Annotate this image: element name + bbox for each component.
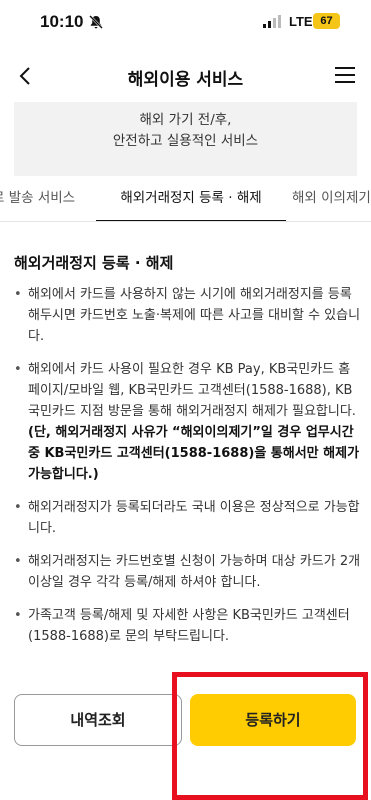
page-title: 해외이용 서비스	[127, 70, 244, 90]
network-type: LTE	[289, 14, 313, 29]
status-time: 10:10	[40, 12, 84, 31]
history-button[interactable]: 내역조회	[14, 694, 182, 746]
notice-text: 해외에서 카드를 사용하지 않는 시기에 해외거래정지를 등록해두시면 카드번호…	[28, 287, 361, 344]
notice-text: 해외거래정지는 카드번호별 신청이 가능하며 대상 카드가 2개 이상일 경우 …	[28, 554, 361, 590]
notice-item: 해외거래정지는 카드번호별 신청이 가능하며 대상 카드가 2개 이상일 경우 …	[14, 551, 362, 593]
notice-emphasis: (단, 해외거래정지 사유가 “해외이의제기”일 경우 업무시간 중 KB국민카…	[28, 425, 360, 482]
register-button[interactable]: 등록하기	[190, 694, 356, 746]
notice-text: 해외거래정지가 등록되더라도 국내 이용은 정상적으로 가능합니다.	[28, 500, 360, 536]
signal-icon	[263, 15, 281, 28]
bell-off-icon	[89, 15, 103, 29]
tab-mail-service[interactable]: 로 발송 서비스	[0, 178, 75, 221]
tab-overseas-suspension[interactable]: 해외거래정지 등록 · 해제	[96, 178, 286, 221]
banner-line-1: 해외 가기 전/후,	[139, 112, 232, 128]
status-bar: 10:10 LTE 67	[0, 0, 371, 44]
service-banner: 해외 가기 전/후, 안전하고 실용적인 서비스	[14, 102, 357, 176]
notice-item: 해외에서 카드를 사용하지 않는 시기에 해외거래정지를 등록해두시면 카드번호…	[14, 284, 362, 347]
service-tabs: 로 발송 서비스 해외거래정지 등록 · 해제 해외 이의제기	[0, 178, 371, 222]
notice-item: 해외거래정지가 등록되더라도 국내 이용은 정상적으로 가능합니다.	[14, 497, 362, 539]
notice-text: 가족고객 등록/해제 및 자세한 사항은 KB국민카드 고객센터(1588-16…	[28, 608, 350, 644]
notice-list: 해외에서 카드를 사용하지 않는 시기에 해외거래정지를 등록해두시면 카드번호…	[14, 284, 362, 659]
section-title: 해외거래정지 등록 · 해제	[14, 254, 174, 272]
app-header: 해외이용 서비스	[0, 52, 371, 100]
hamburger-menu-icon[interactable]	[335, 66, 355, 84]
bottom-action-bar: 내역조회 등록하기	[0, 666, 371, 800]
notice-item: 가족고객 등록/해제 및 자세한 사항은 KB국민카드 고객센터(1588-16…	[14, 605, 362, 647]
notice-text: 해외에서 카드 사용이 필요한 경우 KB Pay, KB국민카드 홈페이지/모…	[28, 362, 356, 419]
notice-item: 해외에서 카드 사용이 필요한 경우 KB Pay, KB국민카드 홈페이지/모…	[14, 359, 362, 485]
tab-overseas-dispute[interactable]: 해외 이의제기	[292, 178, 371, 221]
banner-line-2: 안전하고 실용적인 서비스	[112, 133, 259, 149]
battery-indicator: 67	[313, 13, 340, 29]
